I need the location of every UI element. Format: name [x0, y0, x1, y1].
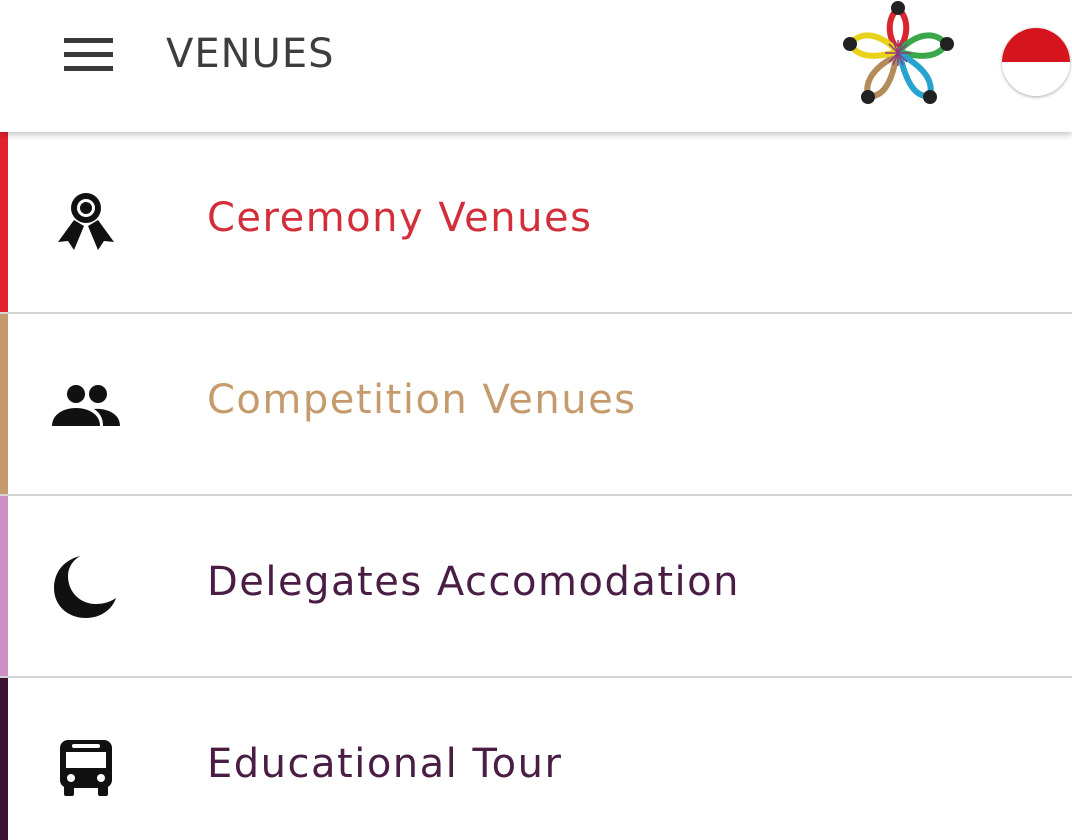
venues-screen: VENUES Ceremony Venues Competition Venue…	[0, 0, 1072, 840]
accent-bar	[0, 496, 8, 676]
list-item-label: Delegates Accomodation	[207, 559, 740, 605]
app-bar: VENUES	[0, 0, 1072, 132]
hamburger-menu-icon[interactable]	[52, 28, 124, 84]
indonesia-flag-icon[interactable]	[1002, 28, 1070, 96]
moon-icon	[54, 556, 116, 618]
list-item-label: Ceremony Venues	[207, 195, 593, 241]
accent-bar	[0, 132, 8, 312]
list-item-label: Competition Venues	[207, 377, 637, 423]
award-ribbon-icon	[58, 193, 114, 250]
accent-bar	[0, 314, 8, 494]
accent-bar	[0, 678, 8, 840]
people-group-icon	[52, 385, 120, 426]
venue-category-list: Ceremony Venues Competition Venues Deleg…	[0, 132, 1072, 840]
list-item-ceremony-venues[interactable]: Ceremony Venues	[0, 132, 1072, 314]
flower-logo-icon	[843, 1, 954, 104]
list-item-competition-venues[interactable]: Competition Venues	[0, 314, 1072, 496]
list-item-label: Educational Tour	[207, 741, 563, 787]
page-title: VENUES	[166, 31, 335, 77]
list-item-educational-tour[interactable]: Educational Tour	[0, 678, 1072, 840]
list-item-delegates-accomodation[interactable]: Delegates Accomodation	[0, 496, 1072, 678]
bus-icon	[60, 740, 112, 796]
